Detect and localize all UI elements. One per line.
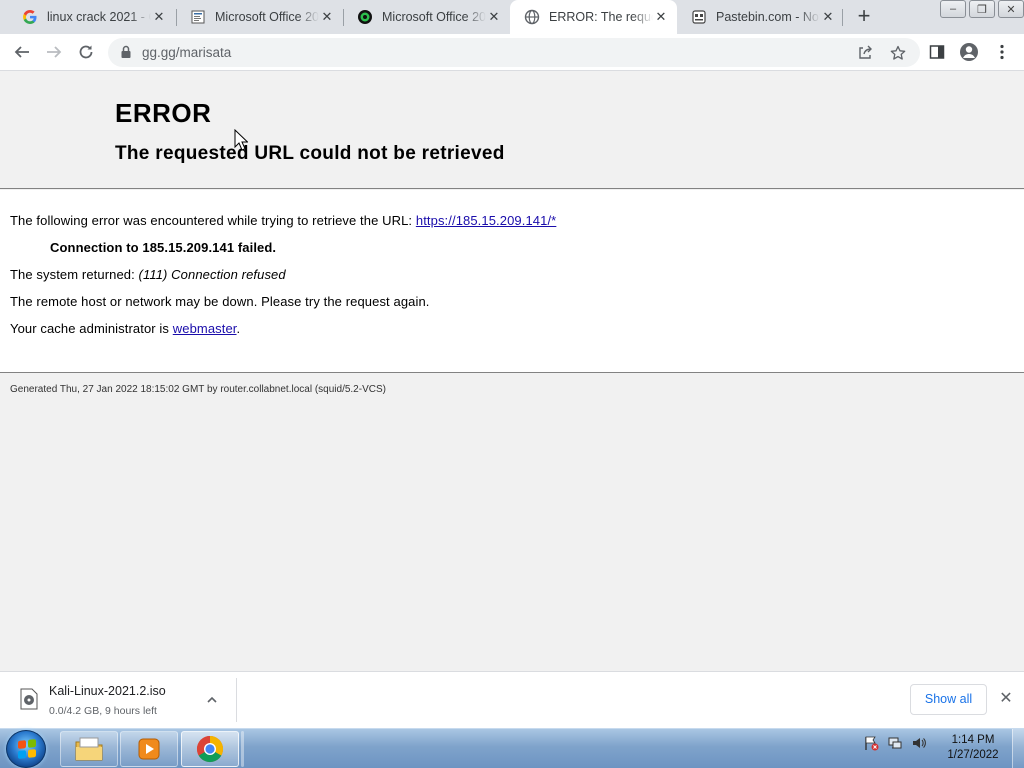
network-icon[interactable] [886, 734, 904, 752]
chevron-up-icon[interactable] [204, 692, 220, 708]
more-vertical-icon [1000, 44, 1004, 60]
media-player-icon [138, 738, 160, 760]
restore-button[interactable]: ❐ [969, 0, 995, 18]
generated-footer: Generated Thu, 27 Jan 2022 18:15:02 GMT … [10, 384, 386, 395]
error-subheading: The requested URL could not be retrieved [115, 143, 505, 164]
taskbar-clock[interactable]: 1:14 PM 1/27/2022 [940, 733, 1006, 763]
system-returned-label: The system returned: [10, 267, 135, 282]
clock-date: 1/27/2022 [947, 749, 999, 761]
tab-separator [842, 9, 843, 26]
tab-title: Pastebin.com - Not Found [716, 10, 820, 24]
tab-microsoft-office-1[interactable]: Microsoft Office 2021 ✕ [176, 0, 343, 34]
tab-linux-crack[interactable]: linux crack 2021 - Google Search ✕ [8, 0, 175, 34]
tab-title: Microsoft Office 2021 [215, 10, 319, 24]
reload-icon [79, 45, 93, 59]
profile-button[interactable] [957, 40, 981, 64]
tab-strip: linux crack 2021 - Google Search ✕ Micro… [0, 0, 1024, 34]
tab-close-icon[interactable]: ✕ [486, 9, 502, 25]
error-body: The following error was encountered whil… [0, 190, 1024, 373]
error-heading: ERROR [115, 98, 212, 128]
taskbar-media-player-button[interactable] [120, 731, 178, 767]
start-button[interactable] [6, 730, 46, 768]
bookmark-star-icon[interactable] [888, 43, 908, 63]
google-g-icon [22, 9, 38, 25]
connection-failed-text: Connection to 185.15.209.141 failed. [50, 240, 277, 255]
encountered-url-link[interactable]: https://185.15.209.141/* [416, 213, 556, 228]
lock-icon[interactable] [120, 45, 132, 62]
tab-microsoft-office-2[interactable]: Microsoft Office 2021 ✕ [343, 0, 510, 34]
cache-admin-suffix: . [236, 321, 241, 336]
minimize-button[interactable]: – [940, 0, 966, 18]
show-desktop-button[interactable] [1012, 729, 1024, 768]
tab-error-active[interactable]: ERROR: The requested URL could not be re… [510, 0, 677, 34]
cache-admin-line: Your cache administrator is webmaster. [10, 321, 240, 336]
tab-title: ERROR: The requested URL could not be re… [549, 10, 653, 24]
action-center-flag-icon[interactable] [862, 734, 880, 752]
system-returned-line: The system returned: (111) Connection re… [10, 267, 286, 282]
download-separator [236, 678, 237, 722]
menu-button[interactable] [990, 40, 1014, 64]
system-tray [862, 734, 928, 752]
green-circle-icon [357, 9, 373, 25]
url-text[interactable]: gg.gg/marisata [142, 45, 231, 60]
window-controls: – ❐ ✕ [937, 0, 1024, 18]
new-tab-button[interactable]: + [852, 5, 876, 29]
taskbar-divider [241, 731, 244, 767]
download-bar: Kali-Linux-2021.2.iso 0.0/4.2 GB, 9 hour… [0, 671, 1024, 728]
windows-taskbar: 1:14 PM 1/27/2022 [0, 728, 1024, 768]
encountered-text: The following error was encountered whil… [10, 213, 413, 228]
globe-icon [524, 9, 540, 25]
webmaster-link[interactable]: webmaster [173, 321, 237, 336]
tab-close-icon[interactable]: ✕ [151, 9, 167, 25]
tab-close-icon[interactable]: ✕ [820, 9, 836, 25]
encountered-line: The following error was encountered whil… [10, 213, 556, 228]
remote-host-text: The remote host or network may be down. … [10, 294, 430, 309]
taskbar-explorer-button[interactable] [60, 731, 118, 767]
tab-title: Microsoft Office 2021 [382, 10, 486, 24]
close-window-button[interactable]: ✕ [998, 0, 1024, 18]
show-all-button[interactable]: Show all [910, 684, 987, 715]
forward-button[interactable] [42, 40, 66, 64]
address-bar[interactable]: gg.gg/marisata [108, 38, 920, 67]
profile-avatar-icon [960, 43, 978, 61]
windows-logo-icon [18, 739, 36, 759]
volume-icon[interactable] [910, 734, 928, 752]
cache-admin-label: Your cache administrator is [10, 321, 170, 336]
tab-pastebin[interactable]: Pastebin.com - Not Found ✕ [677, 0, 844, 34]
tab-close-icon[interactable]: ✕ [319, 9, 335, 25]
tab-close-icon[interactable]: ✕ [653, 9, 669, 25]
folder-icon [75, 737, 103, 761]
error-header: ERROR The requested URL could not be ret… [0, 72, 1024, 189]
download-filename[interactable]: Kali-Linux-2021.2.iso [49, 684, 166, 698]
page-content: ERROR The requested URL could not be ret… [0, 72, 1024, 671]
download-status: 0.0/4.2 GB, 9 hours left [49, 705, 157, 717]
back-arrow-icon [14, 46, 29, 58]
clock-time: 1:14 PM [951, 734, 995, 746]
tab-title: linux crack 2021 - Google Search [47, 10, 151, 24]
disc-image-file-icon [20, 688, 38, 710]
pastebin-icon [691, 9, 707, 25]
document-icon [190, 9, 206, 25]
system-returned-value: (111) Connection refused [138, 267, 286, 282]
mouse-cursor-icon [234, 129, 248, 151]
reload-button[interactable] [74, 40, 98, 64]
share-icon[interactable] [855, 43, 875, 63]
browser-toolbar: gg.gg/marisata [0, 34, 1024, 71]
close-download-bar-icon[interactable]: ✕ [998, 691, 1014, 707]
side-panel-icon [929, 45, 945, 59]
taskbar-chrome-button[interactable] [181, 731, 239, 767]
side-panel-button[interactable] [925, 40, 949, 64]
back-button[interactable] [10, 40, 34, 64]
chrome-icon [196, 735, 224, 763]
forward-arrow-icon [47, 46, 62, 58]
